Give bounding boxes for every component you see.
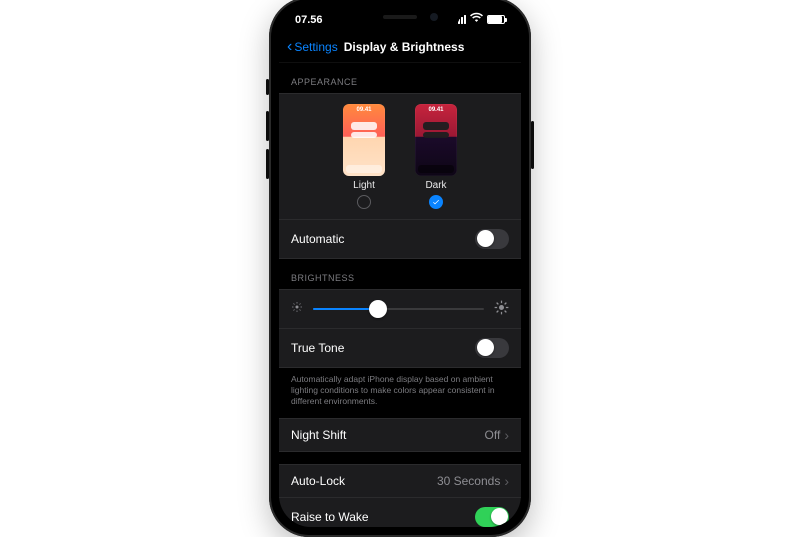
appearance-group: 09.41 Light 09.41 Dark [279, 93, 521, 259]
theme-thumbnail-light: 09.41 [343, 104, 385, 176]
appearance-selector: 09.41 Light 09.41 Dark [279, 94, 521, 219]
brightness-group: True Tone [279, 289, 521, 368]
brightness-high-icon [494, 300, 509, 318]
night-shift-label: Night Shift [291, 428, 346, 442]
back-button[interactable]: ‹ Settings [287, 39, 338, 55]
brightness-low-icon [291, 301, 303, 316]
row-night-shift[interactable]: Night Shift Off › [279, 419, 521, 451]
raise-to-wake-toggle[interactable] [475, 507, 509, 527]
section-header-appearance: APPEARANCE [279, 63, 521, 93]
theme-thumbnail-dark: 09.41 [415, 104, 457, 176]
row-auto-lock[interactable]: Auto-Lock 30 Seconds › [279, 465, 521, 497]
true-tone-label: True Tone [291, 341, 344, 355]
raise-to-wake-label: Raise to Wake [291, 510, 369, 524]
content: ‹ Settings Display & Brightness APPEARAN… [279, 7, 521, 527]
status-time: 07.56 [295, 14, 323, 26]
theme-label-dark: Dark [425, 180, 446, 191]
row-automatic: Automatic [279, 219, 521, 258]
chevron-right-icon: › [504, 428, 509, 442]
brightness-slider[interactable] [313, 301, 484, 317]
brightness-thumb[interactable] [369, 300, 387, 318]
iphone-frame: 07.56 ‹ Settings Display & Brightness AP… [269, 0, 531, 537]
notch [340, 7, 460, 29]
row-true-tone: True Tone [279, 328, 521, 367]
true-tone-note: Automatically adapt iPhone display based… [279, 368, 521, 418]
lock-wake-group: Auto-Lock 30 Seconds › Raise to Wake [279, 464, 521, 527]
auto-lock-value: 30 Seconds [437, 474, 500, 488]
volume-up-button[interactable] [266, 111, 269, 141]
true-tone-toggle[interactable] [475, 338, 509, 358]
screen: 07.56 ‹ Settings Display & Brightness AP… [279, 7, 521, 527]
page-title: Display & Brightness [344, 40, 465, 54]
chevron-right-icon: › [504, 474, 509, 488]
section-header-brightness: BRIGHTNESS [279, 259, 521, 289]
wifi-icon [470, 12, 483, 25]
mute-switch[interactable] [266, 79, 269, 95]
back-label: Settings [294, 40, 337, 54]
volume-down-button[interactable] [266, 149, 269, 179]
night-shift-value: Off [485, 428, 501, 442]
automatic-toggle[interactable] [475, 229, 509, 249]
thumb-time: 09.41 [343, 107, 385, 113]
theme-label-light: Light [353, 180, 375, 191]
theme-option-dark[interactable]: 09.41 Dark [415, 104, 457, 209]
radio-dark[interactable] [429, 195, 443, 209]
row-raise-to-wake: Raise to Wake [279, 497, 521, 527]
night-shift-group: Night Shift Off › [279, 418, 521, 452]
power-button[interactable] [531, 121, 534, 169]
radio-light[interactable] [357, 195, 371, 209]
row-brightness-slider [279, 290, 521, 328]
theme-option-light[interactable]: 09.41 Light [343, 104, 385, 209]
battery-icon [487, 15, 505, 24]
auto-lock-label: Auto-Lock [291, 474, 345, 488]
automatic-label: Automatic [291, 232, 344, 246]
thumb-time: 09.41 [415, 107, 457, 113]
chevron-left-icon: ‹ [287, 39, 292, 55]
checkmark-icon [432, 198, 440, 206]
navbar: ‹ Settings Display & Brightness [279, 33, 521, 63]
